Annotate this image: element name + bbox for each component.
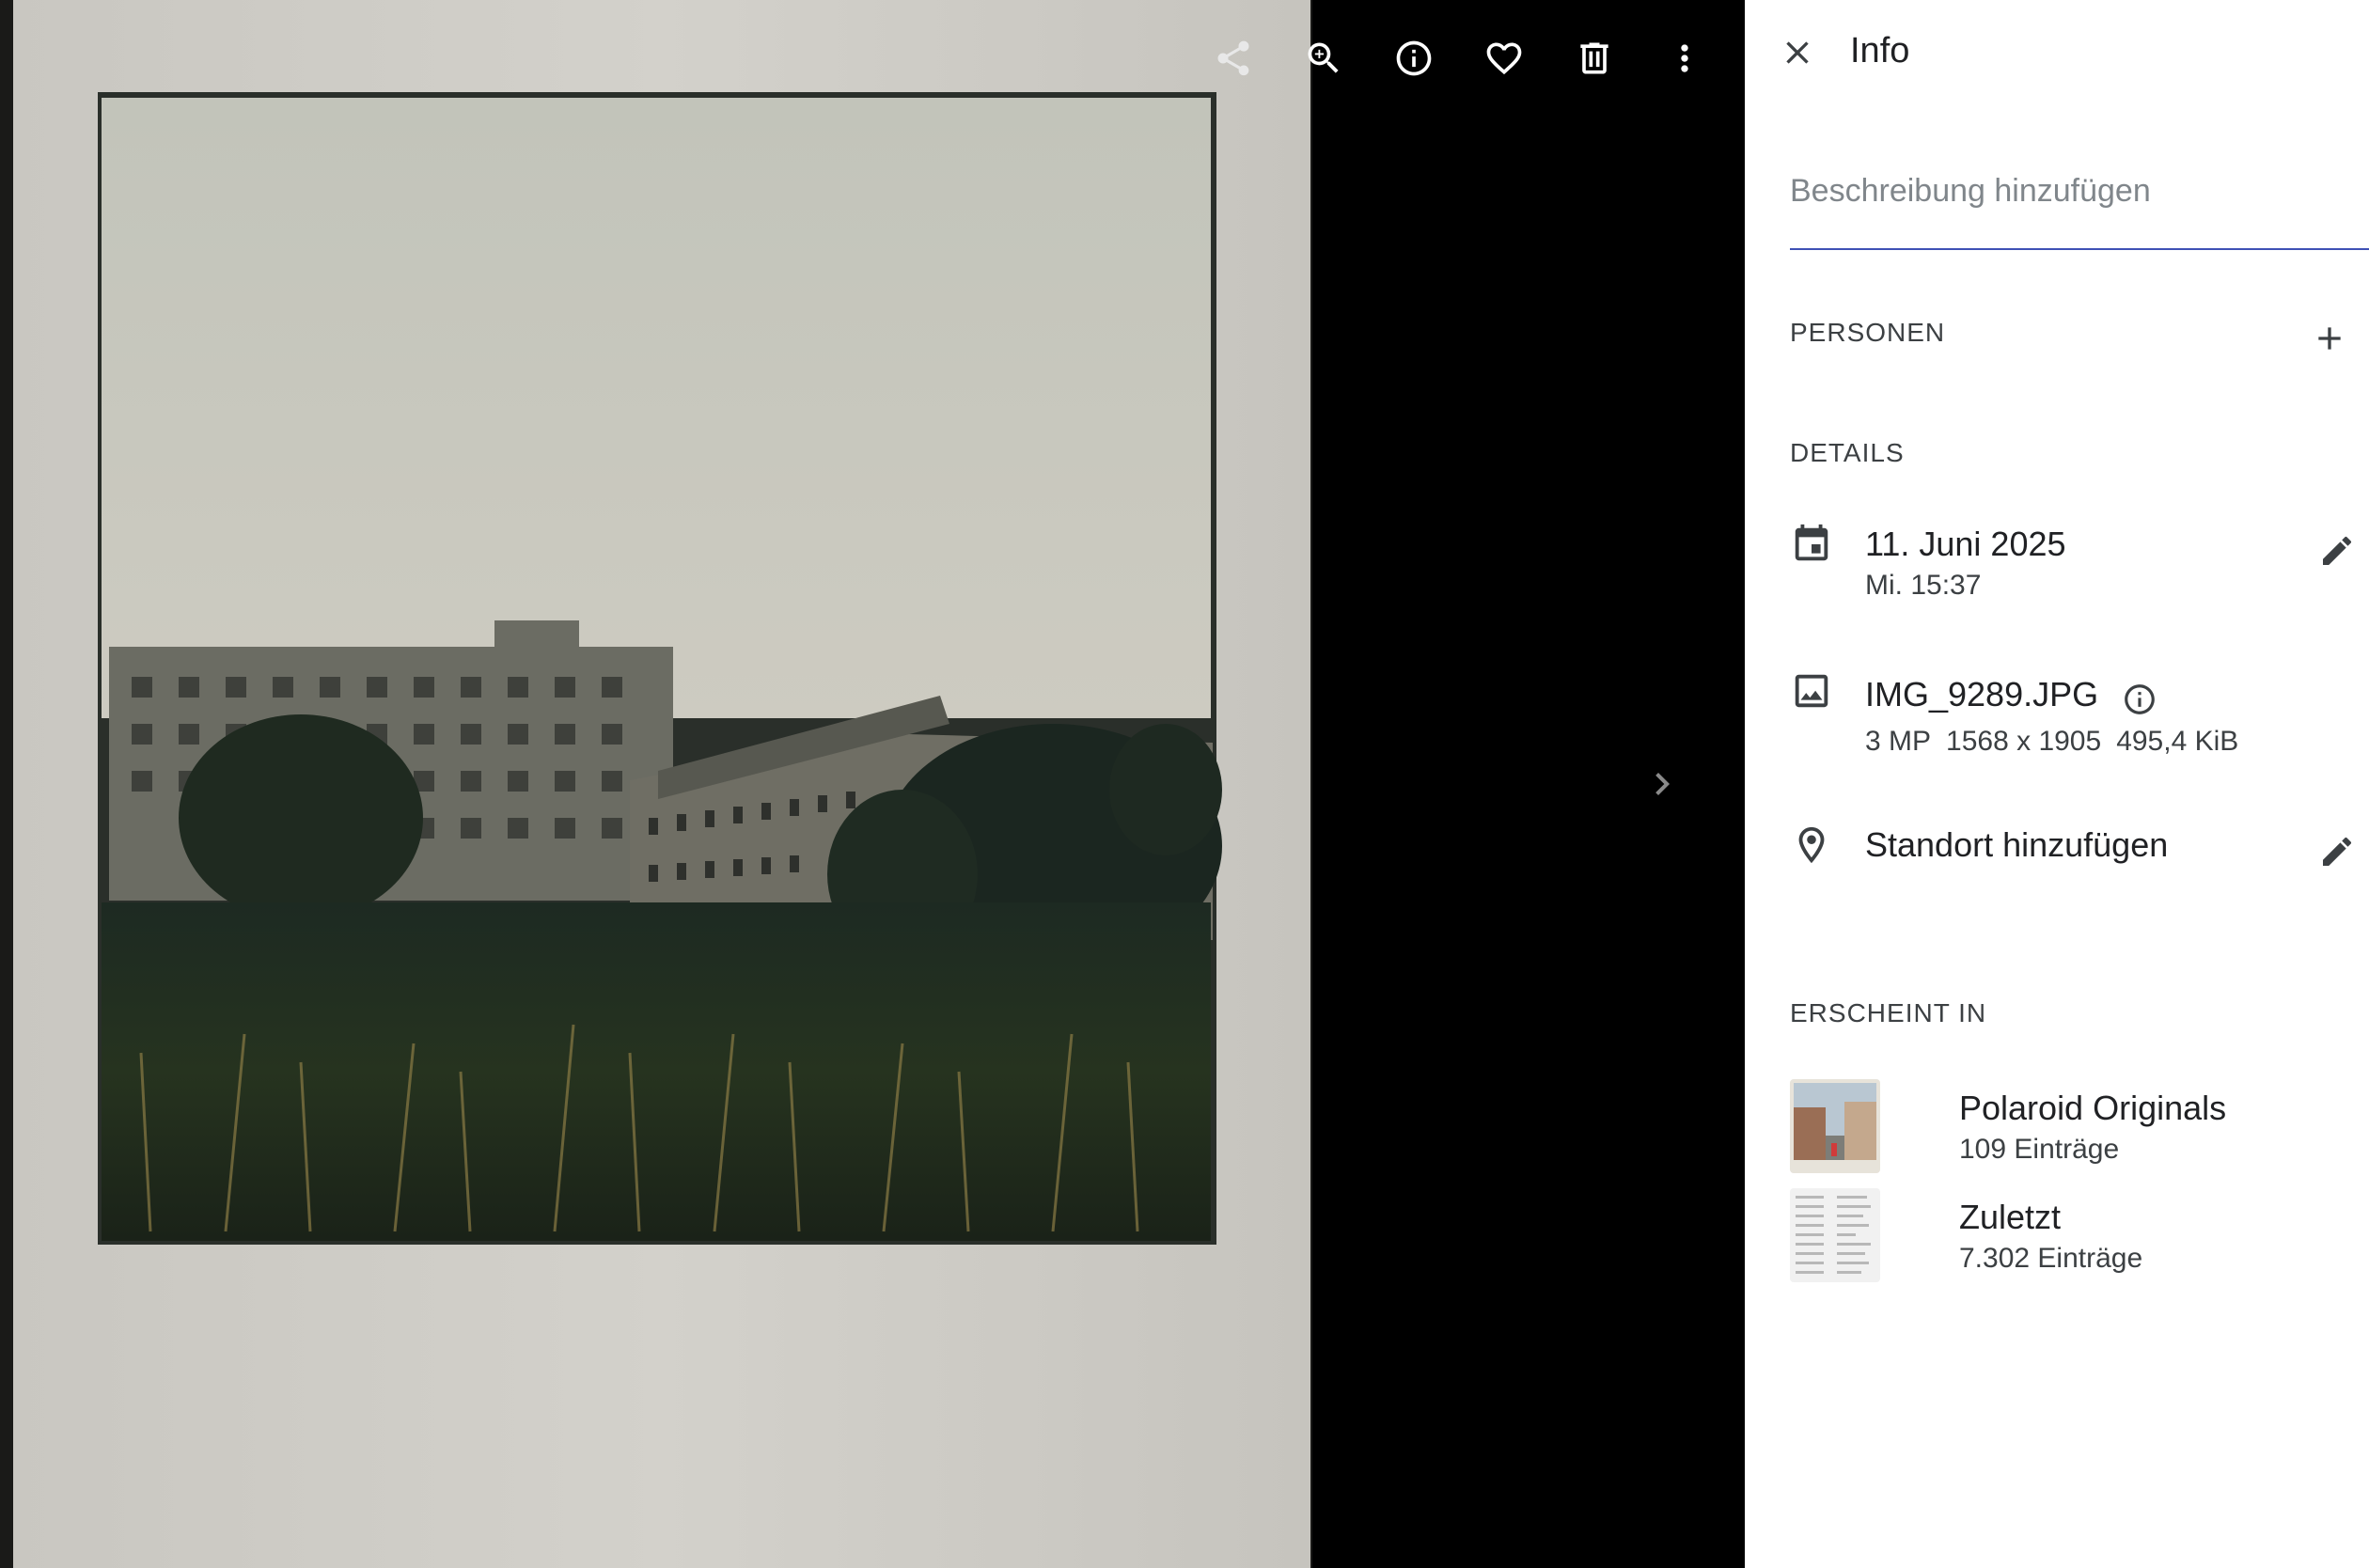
file-size: 495,4 KiB [2116, 726, 2239, 757]
details-heading: DETAILS [1790, 438, 1905, 467]
info-icon [2125, 684, 2155, 714]
add-location-link[interactable]: Standort hinzufügen [1865, 825, 2168, 865]
next-photo-button[interactable] [1636, 758, 1688, 810]
photo-date: 11. Juni 2025 [1865, 525, 2066, 563]
info-icon [1396, 40, 1432, 76]
album-count: 109 Einträge [1959, 1134, 2120, 1165]
file-name: IMG_9289.JPG [1865, 675, 2099, 713]
file-info-button[interactable] [2117, 677, 2162, 722]
megapixels: 3 MP [1865, 726, 1932, 757]
share-button[interactable] [1203, 28, 1263, 88]
pencil-icon [2323, 536, 2352, 565]
album-item[interactable]: Zuletzt 7.302 Einträge [1790, 1188, 2316, 1282]
info-panel: Info PERSONEN DETAILS 11. Juni 2025 Mi. … [1745, 0, 2369, 1568]
album-thumbnail [1790, 1188, 1880, 1282]
panel-title: Info [1850, 31, 1910, 71]
album-name: Polaroid Originals [1959, 1089, 2227, 1127]
more-vert-icon [1681, 44, 1688, 72]
photo-image [0, 0, 1312, 1568]
image-icon [1790, 669, 1835, 714]
calendar-icon [1790, 523, 1835, 568]
pencil-icon [2323, 837, 2352, 866]
edit-date-button[interactable] [2313, 526, 2361, 575]
zoom-in-button[interactable] [1294, 28, 1354, 88]
info-button[interactable] [1384, 28, 1444, 88]
chevron-right-icon [1655, 773, 1670, 795]
album-thumbnail [1790, 1079, 1880, 1173]
zoom-in-icon [1308, 42, 1339, 73]
share-icon [1217, 40, 1249, 76]
edit-location-button[interactable] [2313, 827, 2361, 876]
favorite-button[interactable] [1474, 28, 1534, 88]
location-pin-icon [1790, 823, 1835, 869]
heart-icon [1486, 42, 1522, 75]
add-person-button[interactable] [2305, 314, 2354, 363]
delete-icon [1580, 42, 1608, 74]
close-button[interactable] [1773, 28, 1822, 77]
delete-button[interactable] [1564, 28, 1624, 88]
album-name: Zuletzt [1959, 1198, 2062, 1236]
people-heading: PERSONEN [1790, 318, 1946, 347]
album-item[interactable]: Polaroid Originals 109 Einträge [1790, 1079, 2316, 1173]
album-count: 7.302 Einträge [1959, 1243, 2143, 1274]
photo-time: Mi. 15:37 [1865, 570, 1982, 601]
plus-icon [2318, 327, 2341, 350]
photo-viewer [0, 0, 1745, 1568]
resolution: 1568 x 1905 [1946, 726, 2102, 757]
description-input[interactable] [1790, 156, 2369, 250]
close-icon [1786, 41, 1809, 64]
appears-in-heading: ERSCHEINT IN [1790, 998, 1987, 1027]
info-panel-header: Info [1745, 21, 2369, 81]
viewer-toolbar [1203, 28, 1745, 88]
more-options-button[interactable] [1655, 28, 1715, 88]
file-metadata: 3 MP 1568 x 1905 495,4 KiB [1865, 726, 2238, 758]
